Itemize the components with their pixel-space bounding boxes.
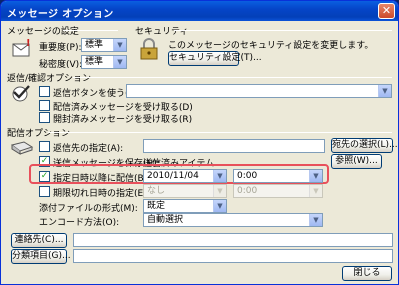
- expire-time-value: 0:00: [237, 186, 258, 196]
- importance-value: 標準: [85, 40, 104, 50]
- chevron-down-icon: ▼: [213, 200, 226, 212]
- select-names-button[interactable]: 宛先の選択(L)...: [331, 138, 398, 153]
- sensitivity-select[interactable]: 標準 ▼: [81, 55, 127, 69]
- security-settings-button[interactable]: セキュリティ設定(T)...: [168, 51, 262, 66]
- checkmark-badge-icon: [10, 84, 32, 102]
- chevron-down-icon: ▼: [309, 170, 322, 182]
- importance-label: 重要度(P):: [39, 43, 82, 53]
- importance-select[interactable]: 標準 ▼: [81, 38, 127, 52]
- message-settings-icon: !: [11, 38, 33, 62]
- delivery-divider: [48, 132, 392, 133]
- message-options-dialog: メッセージ オプション ✕ メッセージの設定 ! 重要度(P): 標準 ▼ 秘密…: [0, 0, 399, 285]
- encoding-label: エンコード方法(O):: [39, 218, 120, 228]
- window-title: メッセージ オプション: [7, 9, 114, 20]
- browse-button[interactable]: 参照(W)...: [331, 154, 382, 169]
- expire-label: 期限切れ日時の指定(E):: [53, 189, 150, 199]
- lock-icon: [137, 37, 161, 61]
- delay-date-select[interactable]: 2010/11/04 ▼: [143, 169, 227, 183]
- chevron-down-icon: ▼: [309, 214, 322, 226]
- delay-time-select[interactable]: 0:00 ▼: [233, 169, 323, 183]
- contacts-button[interactable]: 連絡先(C)...: [11, 233, 67, 248]
- chevron-down-icon: ▼: [213, 170, 226, 182]
- svg-text:!: !: [26, 38, 31, 49]
- chevron-down-icon: ▼: [113, 39, 126, 51]
- use-voting-buttons-checkbox[interactable]: [39, 86, 50, 97]
- categories-button[interactable]: 分類項目(G)...: [11, 249, 71, 264]
- expire-date-value: なし: [147, 186, 166, 196]
- delay-delivery-label: 指定日時以降に配信(B):: [53, 174, 151, 184]
- attachment-format-label: 添付ファイルの形式(M):: [39, 204, 138, 214]
- attachment-format-value: 既定: [147, 201, 166, 211]
- voting-divider: [73, 77, 392, 78]
- sensitivity-label: 秘密度(V):: [39, 60, 83, 70]
- attachment-format-select[interactable]: 既定 ▼: [143, 199, 227, 213]
- close-button[interactable]: 閉じる: [342, 266, 392, 281]
- encoding-select[interactable]: 自動選択 ▼: [143, 213, 323, 227]
- delay-time-value: 0:00: [237, 171, 258, 181]
- chevron-down-icon: ▼: [113, 56, 126, 68]
- delay-date-value: 2010/11/04: [147, 171, 199, 181]
- reply-to-input[interactable]: [143, 139, 325, 153]
- encoding-value: 自動選択: [147, 215, 184, 225]
- delivery-truck-icon: [10, 140, 34, 156]
- read-receipt-label: 開封済みメッセージを受け取る(R): [53, 115, 193, 125]
- expire-time-select[interactable]: 0:00 ▼: [233, 184, 323, 198]
- chevron-down-icon: ▼: [213, 185, 226, 197]
- delay-delivery-checkbox[interactable]: ✓: [39, 171, 50, 182]
- message-settings-divider: [63, 30, 118, 31]
- expire-date-select[interactable]: なし ▼: [143, 184, 227, 198]
- reply-to-checkbox[interactable]: [39, 141, 50, 152]
- security-description: このメッセージのセキュリティ設定を変更します。: [168, 41, 374, 51]
- chevron-down-icon: ▼: [378, 85, 391, 97]
- security-divider: [174, 30, 392, 31]
- reply-to-label: 返信先の指定(A):: [53, 144, 124, 154]
- read-receipt-checkbox[interactable]: [39, 112, 50, 123]
- close-window-button[interactable]: ✕: [378, 3, 395, 19]
- sensitivity-value: 標準: [85, 57, 104, 67]
- expire-checkbox[interactable]: [39, 186, 50, 197]
- voting-buttons-select[interactable]: ▼: [126, 84, 392, 98]
- title-bar[interactable]: メッセージ オプション ✕: [1, 1, 398, 21]
- delivery-receipt-checkbox[interactable]: [39, 100, 50, 111]
- chevron-down-icon: ▼: [309, 185, 322, 197]
- categories-input[interactable]: [73, 249, 393, 263]
- contacts-input[interactable]: [73, 233, 393, 247]
